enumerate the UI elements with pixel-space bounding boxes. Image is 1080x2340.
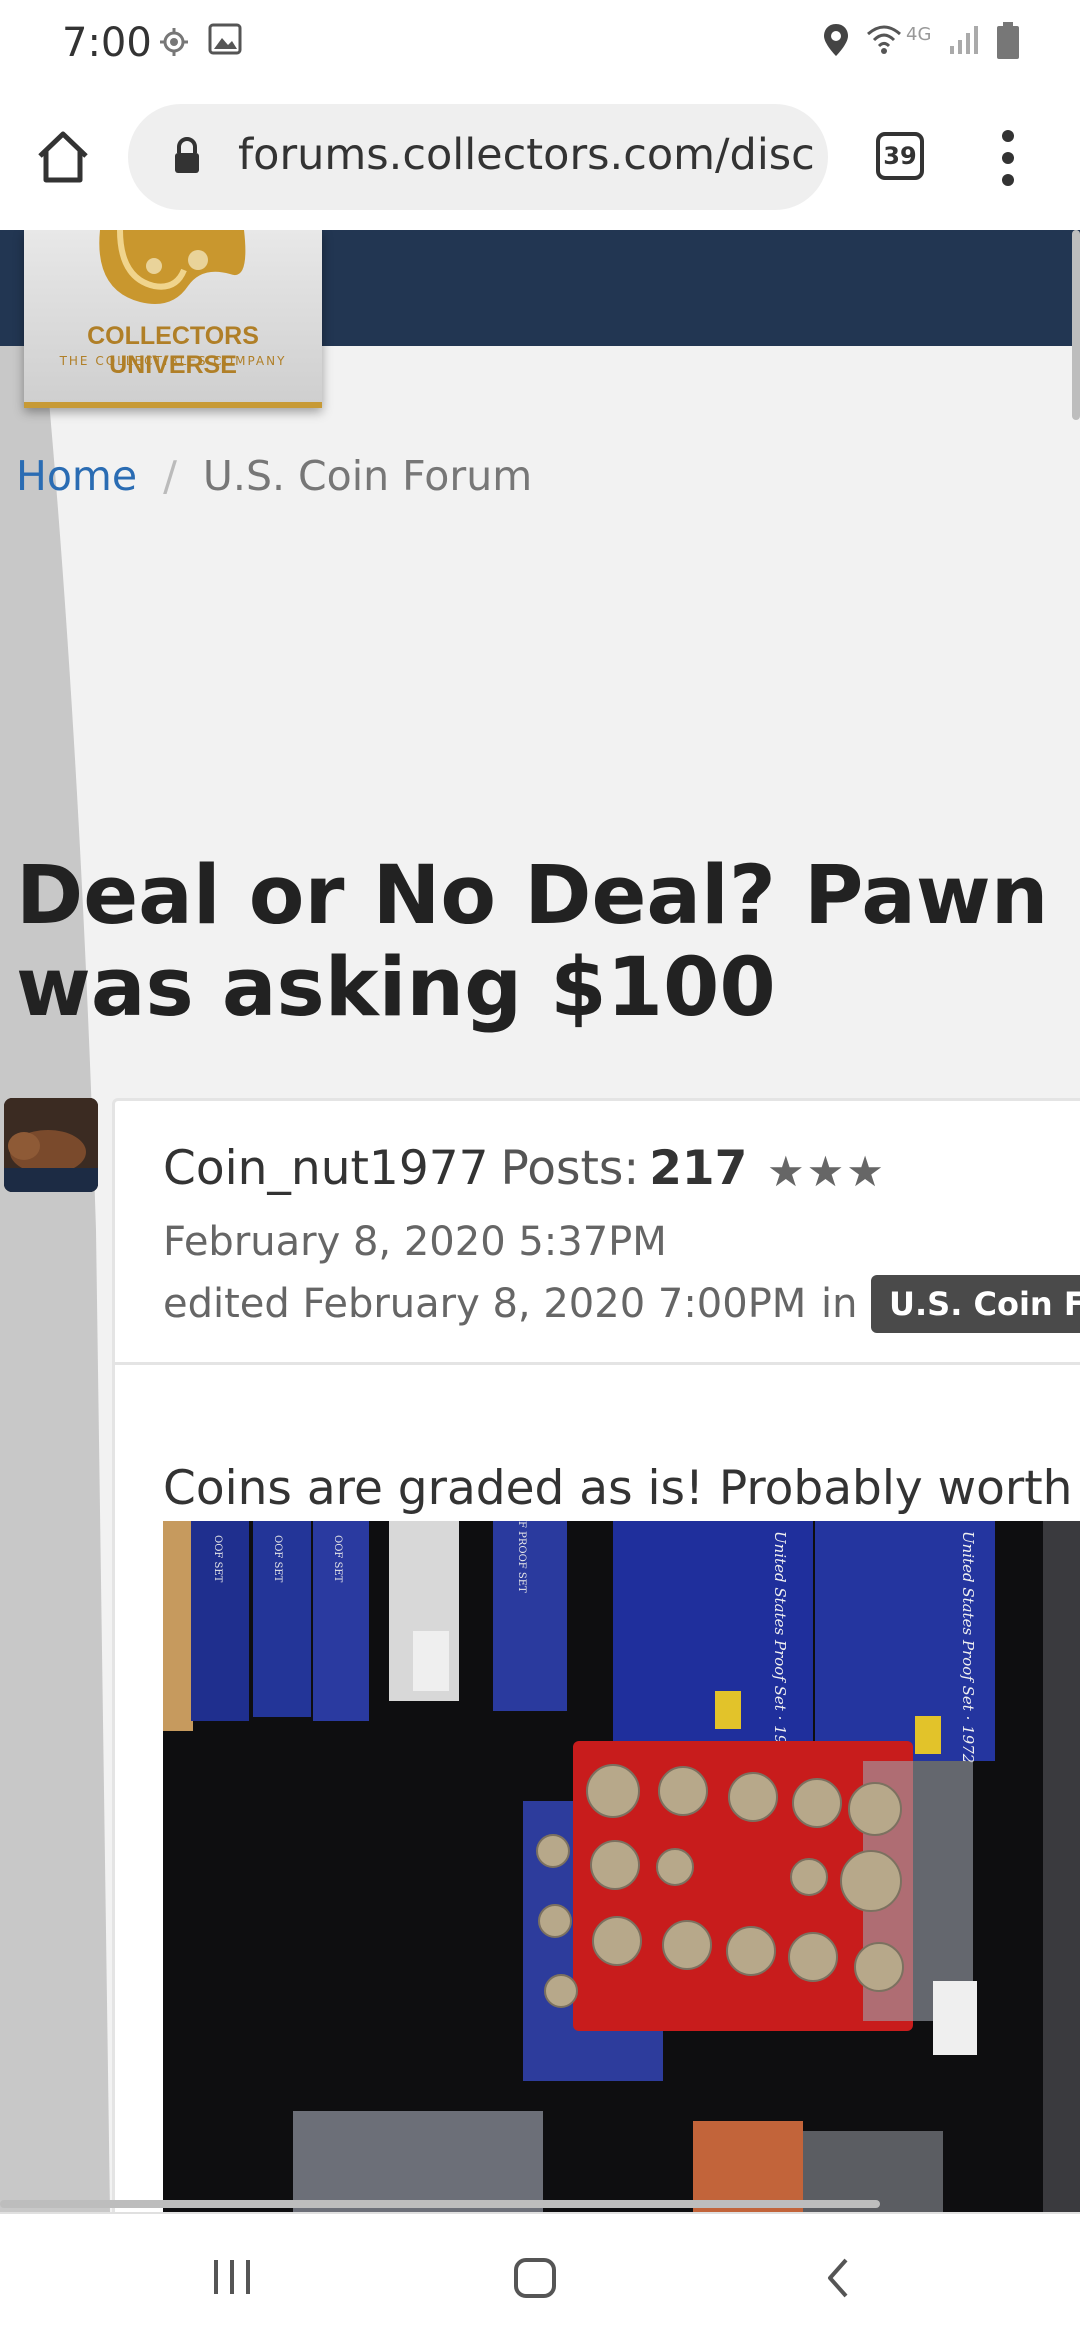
more-vert-icon[interactable] <box>998 128 1018 188</box>
photo-box-label-1: OOF SET <box>212 1535 223 1583</box>
status-time: 7:00 <box>62 20 152 66</box>
avatar[interactable] <box>4 1098 98 1192</box>
system-nav-bar <box>0 2212 1080 2340</box>
battery-icon <box>996 22 1020 64</box>
vertical-scrollbar[interactable] <box>1072 230 1080 420</box>
location-icon <box>160 22 188 66</box>
thread-title: Deal or No Deal? Pawn shop was asking $1… <box>16 850 1080 1034</box>
thread-title-line1: Deal or No Deal? Pawn shop <box>16 849 1080 943</box>
status-bar: 7:00 4G <box>0 0 1080 84</box>
home-circle-icon[interactable] <box>512 2254 560 2306</box>
photo-box-label-4: F PROOF SET <box>516 1521 527 1593</box>
thread-title-line2: was asking $100 <box>16 941 776 1035</box>
photo-box-label-2: OOF SET <box>272 1535 283 1583</box>
tabs-icon[interactable]: 39 <box>876 132 924 180</box>
post-card: Coin_nut1977 Posts: 217 ★★★ February 8, 20… <box>112 1098 1080 2212</box>
logo-subtitle: THE COLLECTIBLES COMPANY <box>59 354 287 368</box>
category-badge[interactable]: U.S. Coin Forum <box>871 1275 1080 1333</box>
post-edited: edited February 8, 2020 7:00PM <box>163 1281 807 1327</box>
recents-icon[interactable] <box>210 2254 254 2304</box>
photo-set-label-1972: United States Proof Set · 1972 <box>959 1531 977 1763</box>
page-left-shadow <box>0 346 110 2212</box>
logo-mark-icon <box>99 230 246 304</box>
rank-stars: ★★★ <box>767 1147 886 1196</box>
image-icon <box>208 22 242 60</box>
site-logo[interactable]: COLLECTORS UNIVERSE THE COLLECTIBLES COM… <box>24 230 322 408</box>
home-icon[interactable] <box>32 126 94 188</box>
author-line: Coin_nut1977 Posts: 217 <box>163 1141 747 1196</box>
breadcrumb-home-link[interactable]: Home <box>16 452 137 500</box>
photo-box-label-3: OOF SET <box>332 1535 343 1583</box>
url-text: forums.collectors.com/disc <box>238 130 815 180</box>
breadcrumb-separator: / <box>163 452 177 500</box>
web-page: COLLECTORS UNIVERSE THE COLLECTIBLES COM… <box>0 230 1080 2212</box>
posts-label: Posts: <box>500 1141 640 1196</box>
breadcrumb-current[interactable]: U.S. Coin Forum <box>203 452 532 500</box>
logo-title: COLLECTORS UNIVERSE <box>87 322 259 379</box>
post-body-text: Coins are graded as is! Probably worth $… <box>163 1461 1080 1516</box>
url-bar[interactable]: forums.collectors.com/disc <box>128 104 828 210</box>
lock-icon <box>172 137 202 179</box>
post-photo[interactable]: OOF SET OOF SET OOF SET F PROOF SET Unit… <box>163 1521 1080 2212</box>
post-date[interactable]: February 8, 2020 5:37PM <box>163 1219 667 1265</box>
post-header: Coin_nut1977 Posts: 217 ★★★ February 8, 20… <box>115 1101 1080 1365</box>
author-name[interactable]: Coin_nut1977 <box>163 1141 489 1196</box>
back-icon[interactable] <box>820 2254 856 2306</box>
wifi-icon <box>866 22 902 62</box>
photo-set-label-1971: United States Proof Set · 1971 <box>771 1531 789 1763</box>
horizontal-scrollbar[interactable] <box>0 2200 880 2208</box>
pin-icon <box>822 22 850 62</box>
posts-count: 217 <box>649 1141 748 1196</box>
signal-icon <box>948 22 982 60</box>
category-in-label: in <box>821 1281 858 1327</box>
breadcrumb: Home / U.S. Coin Forum <box>16 452 532 500</box>
network-type: 4G <box>906 24 932 45</box>
browser-toolbar: forums.collectors.com/disc 39 <box>0 84 1080 230</box>
